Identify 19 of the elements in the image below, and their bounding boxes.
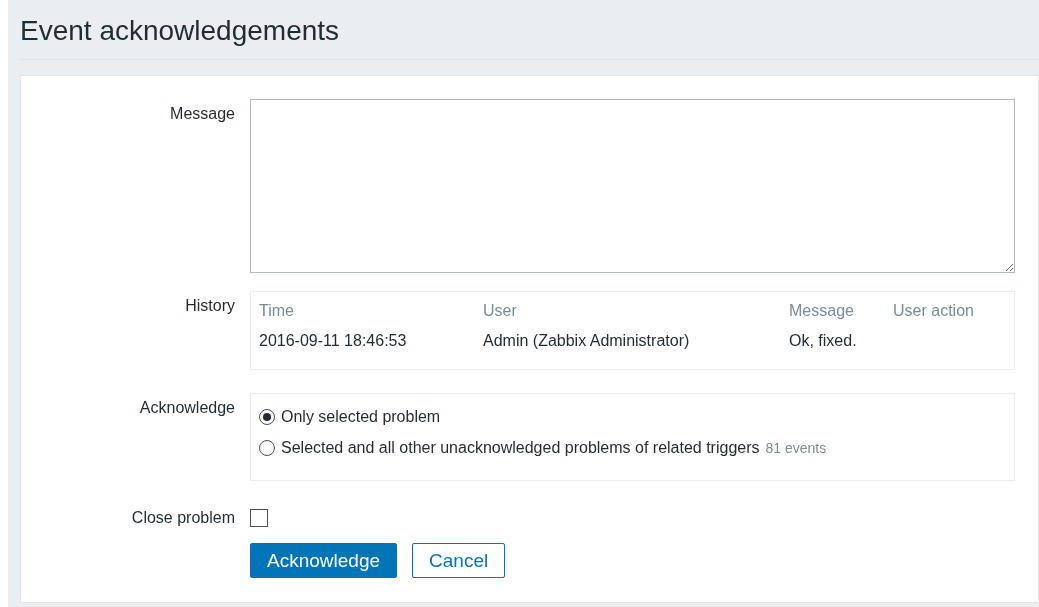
event-count: 81 events	[765, 440, 827, 456]
page-title: Event acknowledgements	[20, 14, 340, 48]
option-label[interactable]: Only selected problem	[281, 408, 441, 426]
column-header: Time	[259, 301, 295, 321]
option-label[interactable]: Selected and all other unacknowledged problems of related triggers	[281, 439, 760, 457]
field-label: History	[184, 296, 235, 315]
field-label: Message	[169, 104, 235, 123]
column-header: User action	[893, 301, 974, 321]
cancel-button[interactable]: Cancel	[412, 543, 506, 578]
field-label: Acknowledge	[138, 398, 235, 417]
field-label: Close problem	[130, 508, 235, 527]
table-cell: 2016-09-11 18:46:53	[259, 330, 483, 358]
checkbox[interactable]	[250, 509, 268, 527]
message-field[interactable]	[250, 99, 1015, 273]
acknowledge-button[interactable]: Acknowledge	[250, 543, 398, 578]
table-cell-text: Ok, fixed.	[789, 331, 858, 351]
column-header: Message	[789, 301, 855, 321]
table-cell: Admin (Zabbix Administrator)	[483, 330, 789, 358]
column-header: User	[483, 301, 518, 321]
